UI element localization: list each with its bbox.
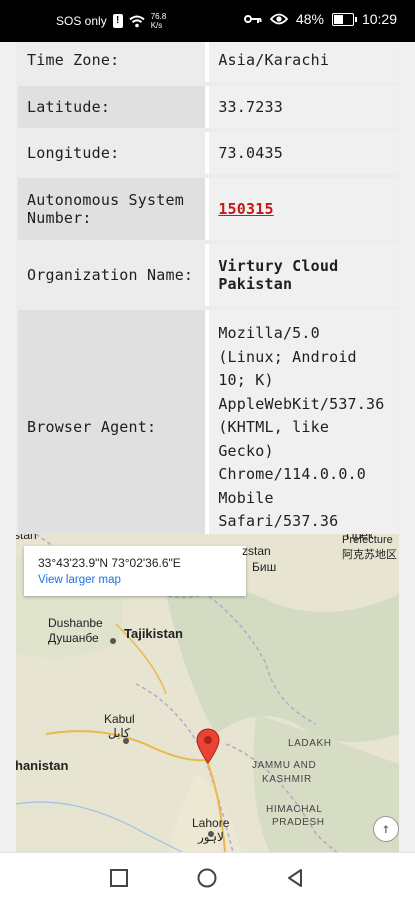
organization-label: Organization Name: — [18, 244, 206, 306]
map-label: Dushanbe — [48, 616, 103, 630]
map-label: Lahore — [192, 816, 230, 830]
browser-agent-label: Browser Agent: — [18, 310, 206, 546]
agent-line: Mobile — [218, 488, 274, 507]
home-icon[interactable] — [196, 867, 218, 889]
map-marker-icon[interactable] — [196, 728, 220, 764]
speed-unit: K/s — [150, 21, 163, 30]
agent-line: Gecko) — [218, 441, 274, 460]
table-row: Latitude: 33.7233 — [18, 86, 398, 128]
asn-link[interactable]: 150315 — [218, 200, 273, 218]
organization-value: Virtury Cloud Pakistan — [205, 244, 398, 306]
page-content[interactable]: Time Zone: Asia/Karachi Latitude: 33.723… — [0, 42, 415, 852]
system-nav-bar — [0, 852, 415, 901]
map-label: Tajikistan — [124, 626, 184, 641]
longitude-value: 73.0435 — [205, 132, 398, 174]
view-larger-map-link[interactable]: View larger map — [38, 574, 121, 586]
map-label: Prefecture — [342, 534, 393, 546]
asn-label: Autonomous System Number: — [18, 178, 206, 240]
map-label: PRADESH — [272, 817, 325, 828]
map-info-box: 33°43'23.9"N 73°02'36.6"E View larger ma… — [24, 546, 246, 596]
table-row: Browser Agent: Mozilla/5.0 (Linux; Andro… — [18, 310, 398, 546]
map-label: LADAKH — [288, 738, 332, 749]
map-label: stan — [16, 534, 37, 542]
timezone-value: Asia/Karachi — [205, 42, 398, 82]
map-coordinates: 33°43'23.9"N 73°02'36.6"E — [38, 556, 181, 570]
asn-value: 150315 — [205, 178, 398, 240]
map-label: hanistan — [16, 758, 69, 773]
battery-fill — [333, 14, 343, 24]
agent-line: Safari/537.36 — [218, 512, 339, 531]
status-bar: SOS only ! 76.8 K/s 48% 10:29 — [0, 0, 415, 42]
map-label: لاہور — [198, 830, 224, 844]
battery-percent: 48% — [295, 11, 324, 27]
status-right: 48% 10:29 — [243, 11, 397, 27]
longitude-label: Longitude: — [18, 132, 206, 174]
map-label: zstan — [242, 544, 271, 558]
ip-info-table: Time Zone: Asia/Karachi Latitude: 33.723… — [18, 42, 398, 550]
organization-line2: Pakistan — [218, 275, 293, 293]
asn-label-line1: Autonomous System — [27, 191, 184, 209]
wifi-icon — [129, 15, 145, 27]
network-status-text: SOS only — [56, 14, 107, 28]
map-label: Душанбе — [48, 631, 99, 645]
back-icon[interactable] — [284, 867, 306, 889]
organization-line1: Virtury Cloud — [218, 257, 339, 275]
key-icon — [243, 15, 262, 23]
embedded-map[interactable]: 33°43'23.9"N 73°02'36.6"E View larger ma… — [16, 534, 399, 852]
latitude-value: 33.7233 — [205, 86, 398, 128]
agent-line: (Linux; Android — [218, 347, 357, 366]
alert-icon: ! — [112, 14, 123, 28]
map-label: 阿克苏地区 — [342, 549, 397, 561]
clock: 10:29 — [361, 11, 397, 27]
table-row: Autonomous System Number: 150315 — [18, 178, 398, 240]
status-left: SOS only ! 76.8 K/s — [56, 12, 166, 30]
agent-line: (KHTML, like — [218, 418, 330, 437]
battery-icon — [331, 12, 357, 26]
table-row: Time Zone: Asia/Karachi — [18, 42, 398, 82]
table-row: Longitude: 73.0435 — [18, 132, 398, 174]
agent-line: 10; K) — [218, 371, 274, 390]
agent-line: Mozilla/5.0 — [218, 324, 320, 343]
map-label: Биш — [252, 560, 277, 574]
network-speed: 76.8 K/s — [151, 12, 167, 30]
timezone-label: Time Zone: — [18, 42, 206, 82]
latitude-label: Latitude: — [18, 86, 206, 128]
map-label: کابل — [108, 726, 130, 740]
map-label: Kabul — [104, 712, 135, 726]
scroll-to-top-button[interactable]: ↑ — [373, 816, 399, 842]
speed-value: 76.8 — [150, 12, 167, 21]
ip-info-card: Time Zone: Asia/Karachi Latitude: 33.723… — [16, 42, 399, 852]
asn-label-line2: Number: — [27, 209, 92, 227]
eye-icon — [269, 13, 288, 25]
browser-agent-value: Mozilla/5.0 (Linux; Android 10; K) Apple… — [205, 310, 398, 546]
map-label: KASHMIR — [262, 774, 312, 785]
table-row: Organization Name: Virtury Cloud Pakistan — [18, 244, 398, 306]
recent-apps-icon[interactable] — [108, 867, 130, 889]
map-label: JAMMU AND — [252, 760, 317, 771]
agent-line: AppleWebKit/537.36 — [218, 394, 385, 413]
agent-line: Chrome/114.0.0.0 — [218, 465, 367, 484]
map-label: HIMACHAL — [266, 804, 323, 815]
